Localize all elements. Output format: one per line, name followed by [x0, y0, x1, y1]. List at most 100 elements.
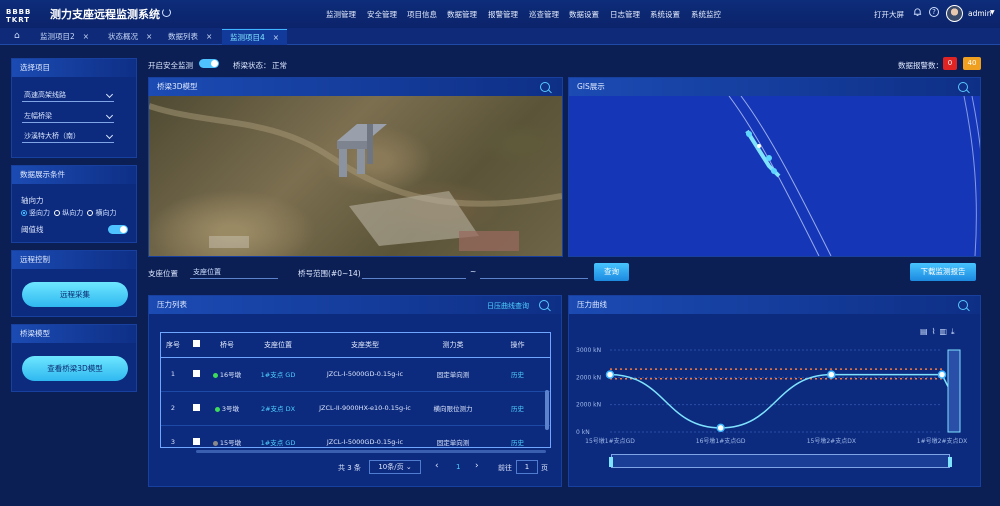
slider-handle-right[interactable]	[948, 457, 952, 467]
tab-project-4[interactable]: 监测项目4 ×	[222, 29, 288, 45]
bridge-select[interactable]: 沙溪特大桥（南）	[22, 130, 114, 143]
zoom-icon[interactable]	[958, 300, 968, 310]
close-icon[interactable]: ×	[83, 32, 89, 41]
status-dot	[212, 440, 218, 446]
history-link[interactable]: 历史	[485, 357, 550, 392]
alarm-orange-badge[interactable]: 40	[963, 57, 981, 70]
remote-collect-button[interactable]: 远程采集	[22, 282, 128, 307]
cell-type: JZCL-I-5000GD-0.15g-ic	[309, 425, 421, 447]
range-separator: ~	[470, 267, 477, 276]
nav-item-2[interactable]: 项目信息	[407, 9, 437, 20]
select-value: 左幅桥梁	[24, 112, 52, 120]
help-icon[interactable]: ?	[929, 7, 939, 17]
chevron-down-icon	[105, 90, 114, 99]
nav-item-0[interactable]: 监测管理	[326, 9, 356, 20]
download-icon[interactable]: ⤓	[951, 327, 959, 336]
close-icon[interactable]: ×	[273, 33, 279, 42]
zoom-icon[interactable]	[539, 300, 549, 310]
cell-position[interactable]: 1#支点 GD	[247, 425, 309, 447]
data-view-icon[interactable]: ▤	[920, 327, 932, 336]
row-checkbox[interactable]	[192, 369, 200, 377]
satellite-3d-view[interactable]	[149, 96, 562, 256]
force-label: 轴向力	[21, 196, 44, 205]
history-link[interactable]: 历史	[485, 391, 550, 426]
nav-item-6[interactable]: 数据设置	[569, 9, 599, 20]
close-icon[interactable]: ×	[146, 32, 152, 41]
goto-page-input[interactable]: 1	[516, 460, 538, 474]
download-report-button[interactable]: 下载监测报告	[910, 263, 976, 281]
vertical-zoom-slider[interactable]	[947, 349, 961, 433]
view-3d-model-button[interactable]: 查看桥梁3D模型	[22, 356, 128, 381]
open-screen-button[interactable]: 打开大屏	[874, 9, 904, 20]
cell-no: 3	[161, 425, 185, 447]
data-point[interactable]	[716, 423, 725, 433]
prev-page-button[interactable]: ‹	[435, 461, 439, 471]
panel-title: 数据展示条件	[12, 166, 136, 184]
nav-item-5[interactable]: 巡查管理	[529, 9, 559, 20]
tab-label: 监测项目4	[230, 33, 265, 42]
tab-status[interactable]: 状态概况 ×	[100, 29, 160, 45]
range-start-input[interactable]	[362, 265, 466, 279]
nav-item-3[interactable]: 数据管理	[447, 9, 477, 20]
safety-monitor-label: 开启安全监测	[148, 61, 193, 70]
zoom-icon[interactable]	[958, 82, 968, 92]
tab-data-list[interactable]: 数据列表 ×	[160, 29, 220, 45]
data-point[interactable]	[827, 370, 836, 379]
row-checkbox[interactable]	[192, 437, 200, 445]
bell-icon[interactable]	[913, 7, 922, 17]
data-point[interactable]	[937, 370, 947, 379]
page-number[interactable]: 1	[456, 463, 460, 471]
tab-project-2[interactable]: 监测项目2 ×	[32, 29, 97, 45]
nav-item-1[interactable]: 安全管理	[367, 9, 397, 20]
zoom-icon[interactable]	[540, 82, 550, 92]
series-line	[609, 373, 949, 429]
x-tick-label: 15号墩2#支点DX	[807, 437, 856, 445]
radio-vertical[interactable]: 竖向力	[21, 209, 50, 217]
data-point[interactable]	[605, 370, 615, 379]
home-icon[interactable]: ⌂	[14, 31, 24, 41]
select-all-checkbox[interactable]	[192, 340, 200, 348]
nav-item-4[interactable]: 报警管理	[488, 9, 518, 20]
status-dot	[214, 406, 220, 412]
chevron-down-icon[interactable]: ▼	[990, 9, 995, 16]
bridge-side-select[interactable]: 左幅桥梁	[22, 110, 114, 123]
horizontal-zoom-slider[interactable]	[609, 454, 952, 468]
bar-icon[interactable]: ▥	[939, 327, 951, 336]
cell-position[interactable]: 2#支点 DX	[247, 391, 309, 426]
history-curve-link[interactable]: 日压曲线查询	[487, 301, 529, 311]
safety-monitor-toggle[interactable]	[199, 59, 219, 68]
cell-select[interactable]	[185, 357, 207, 392]
cell-pier: 15号墩	[207, 425, 247, 447]
refresh-icon[interactable]	[162, 8, 171, 17]
line-select[interactable]: 高速高架线路	[22, 89, 114, 102]
next-page-button[interactable]: ›	[475, 461, 479, 471]
table-hscrollbar[interactable]	[196, 450, 546, 453]
radio-longitudinal[interactable]: 纵向力	[54, 209, 83, 217]
radio-label: 竖向力	[29, 209, 50, 217]
range-end-input[interactable]	[480, 265, 588, 279]
close-icon[interactable]: ×	[206, 32, 212, 41]
chevron-down-icon	[105, 111, 114, 120]
nav-item-7[interactable]: 日志管理	[610, 9, 640, 20]
page-size-select[interactable]: 10条/页 ⌄	[369, 460, 421, 474]
row-checkbox[interactable]	[192, 403, 200, 411]
radio-transverse[interactable]: 横向力	[87, 209, 116, 217]
alarm-red-badge[interactable]: 0	[943, 57, 957, 70]
cell-select[interactable]	[185, 425, 207, 447]
cell-no: 1	[161, 357, 185, 392]
nav-item-9[interactable]: 系统监控	[691, 9, 721, 20]
col-select[interactable]	[185, 333, 207, 358]
slider-handle-left[interactable]	[609, 457, 613, 467]
user-name[interactable]: admin	[968, 9, 992, 18]
avatar[interactable]	[946, 5, 963, 22]
cell-type: JZCL-II-9000HX-e10-0.15g-ic	[309, 391, 421, 426]
cell-position[interactable]: 1#支点 GD	[247, 357, 309, 392]
position-input[interactable]: 支座位置	[190, 265, 278, 279]
gis-map[interactable]	[569, 96, 980, 256]
cell-select[interactable]	[185, 391, 207, 426]
table-scrollbar[interactable]	[545, 390, 549, 430]
history-link[interactable]: 历史	[485, 425, 550, 447]
nav-item-8[interactable]: 系统设置	[650, 9, 680, 20]
query-button[interactable]: 查询	[594, 263, 629, 281]
threshold-toggle[interactable]	[108, 225, 128, 234]
